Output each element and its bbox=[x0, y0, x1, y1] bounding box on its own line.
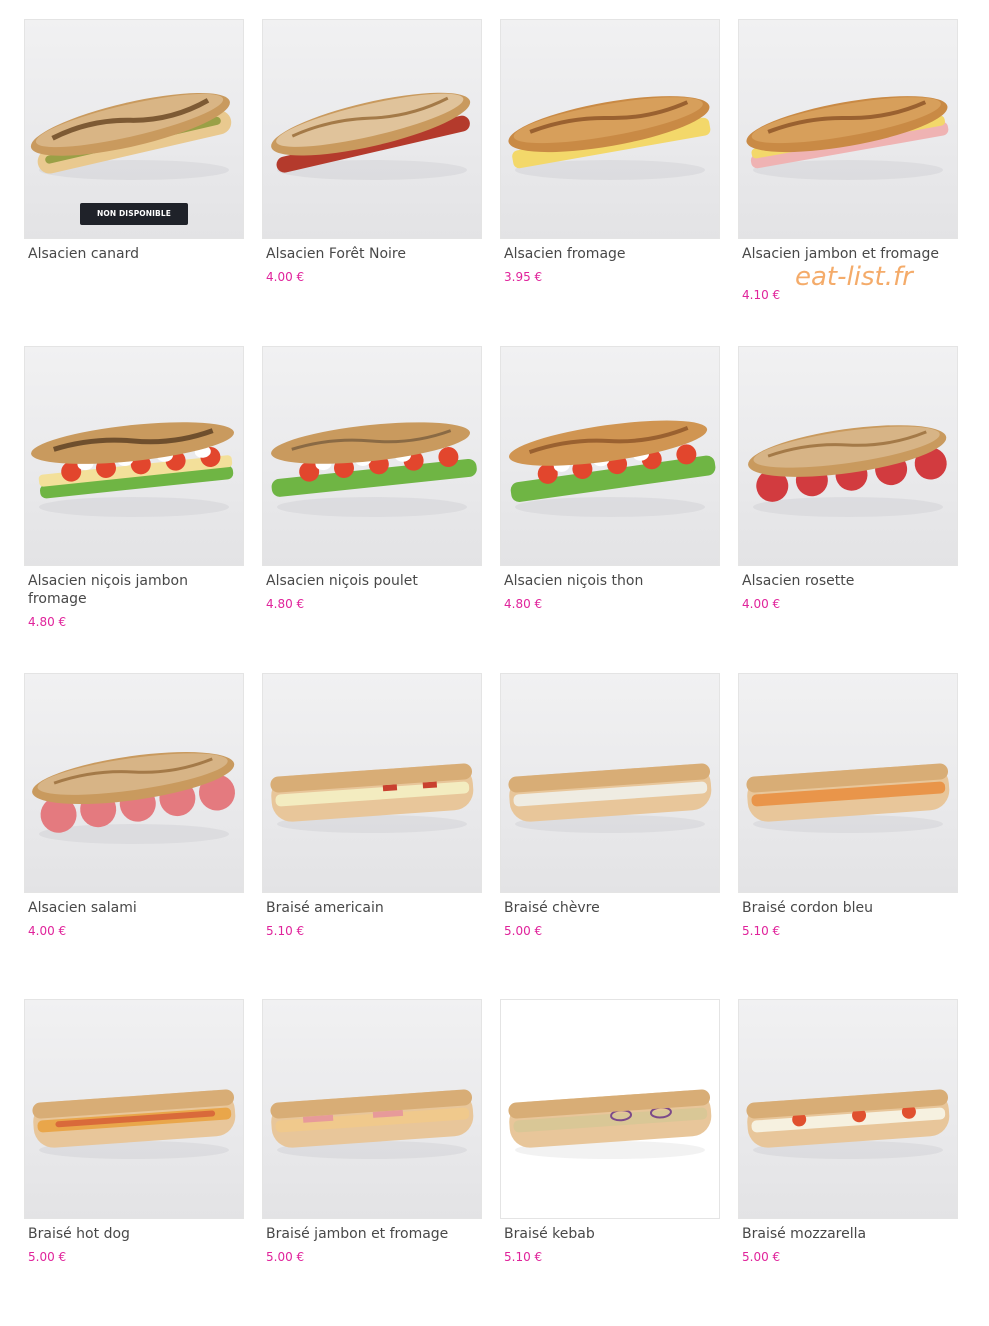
product-price: 4.80 € bbox=[504, 597, 543, 611]
product-name[interactable]: Alsacien niçois jambon fromage bbox=[28, 572, 228, 608]
product-price: 4.00 € bbox=[28, 924, 67, 938]
product-image[interactable]: NON DISPONIBLE bbox=[24, 19, 244, 239]
product-name[interactable]: Braisé hot dog bbox=[28, 1225, 228, 1243]
product-price: 4.10 € bbox=[742, 288, 781, 302]
product-image[interactable] bbox=[500, 19, 720, 239]
product-name[interactable]: Alsacien niçois thon bbox=[504, 572, 704, 590]
product-price: 5.10 € bbox=[742, 924, 781, 938]
unavailable-badge: NON DISPONIBLE bbox=[80, 203, 188, 225]
product-image[interactable] bbox=[738, 673, 958, 893]
product-image[interactable] bbox=[738, 19, 958, 239]
product-price: 5.00 € bbox=[742, 1250, 781, 1264]
product-name[interactable]: Braisé cordon bleu bbox=[742, 899, 942, 917]
product-name[interactable]: Alsacien rosette bbox=[742, 572, 942, 590]
product-image[interactable] bbox=[500, 999, 720, 1219]
product-name[interactable]: Braisé chèvre bbox=[504, 899, 704, 917]
product-image[interactable] bbox=[738, 346, 958, 566]
product-image[interactable] bbox=[262, 19, 482, 239]
product-image[interactable] bbox=[24, 673, 244, 893]
product-name[interactable]: Braisé mozzarella bbox=[742, 1225, 942, 1243]
product-image[interactable] bbox=[500, 346, 720, 566]
product-price: 4.80 € bbox=[266, 597, 305, 611]
product-price: 4.00 € bbox=[742, 597, 781, 611]
product-image[interactable] bbox=[738, 999, 958, 1219]
product-name[interactable]: Braisé americain bbox=[266, 899, 466, 917]
product-price: 5.00 € bbox=[504, 924, 543, 938]
product-price: 3.95 € bbox=[504, 270, 543, 284]
product-image[interactable] bbox=[262, 673, 482, 893]
product-image[interactable] bbox=[24, 999, 244, 1219]
product-price: 5.00 € bbox=[266, 1250, 305, 1264]
product-name[interactable]: Braisé kebab bbox=[504, 1225, 704, 1243]
product-name[interactable]: Alsacien canard bbox=[28, 245, 228, 263]
product-price: 5.00 € bbox=[28, 1250, 67, 1264]
product-image[interactable] bbox=[262, 346, 482, 566]
product-name[interactable]: Alsacien fromage bbox=[504, 245, 704, 263]
product-price: 5.10 € bbox=[504, 1250, 543, 1264]
product-image[interactable] bbox=[24, 346, 244, 566]
product-name[interactable]: Braisé jambon et fromage bbox=[266, 1225, 466, 1243]
product-name[interactable]: Alsacien salami bbox=[28, 899, 228, 917]
product-price: 4.00 € bbox=[266, 270, 305, 284]
watermark-text: eat-list.fr bbox=[795, 262, 913, 292]
product-price: 5.10 € bbox=[266, 924, 305, 938]
product-name[interactable]: Alsacien Forêt Noire bbox=[266, 245, 466, 263]
product-price: 4.80 € bbox=[28, 615, 67, 629]
product-name[interactable]: Alsacien niçois poulet bbox=[266, 572, 466, 590]
product-image[interactable] bbox=[262, 999, 482, 1219]
product-name[interactable]: Alsacien jambon et fromage bbox=[742, 245, 942, 263]
product-image[interactable] bbox=[500, 673, 720, 893]
